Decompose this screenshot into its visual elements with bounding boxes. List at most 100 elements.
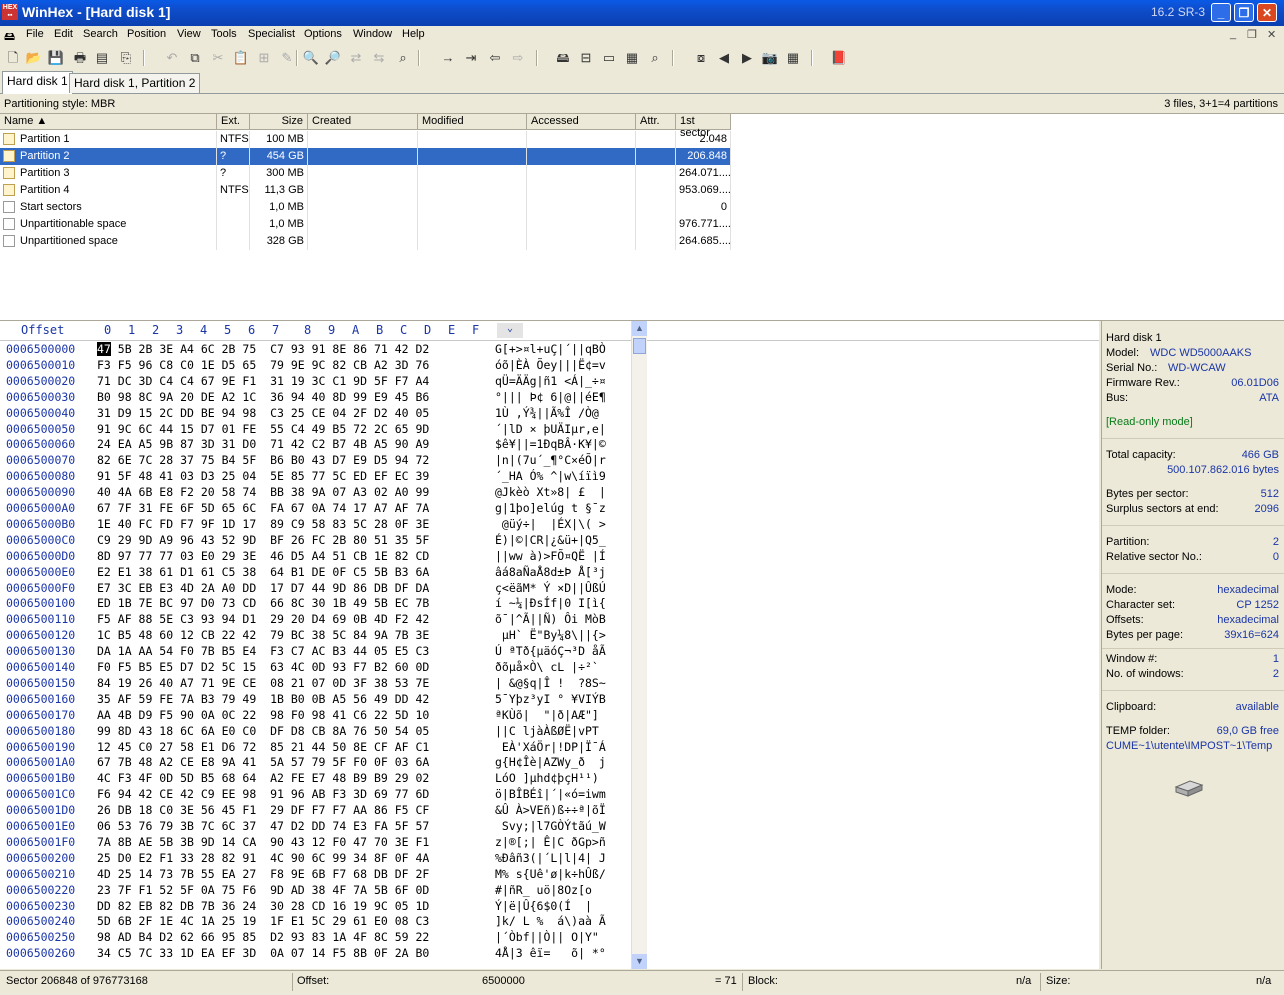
save-icon[interactable]: 💾: [47, 49, 65, 67]
hex-bytes[interactable]: F5 AF 88 5E C3 93 94 D1 29 20 D4 69 0B 4…: [97, 612, 429, 626]
hex-text[interactable]: Ý|ë|Û{6$0(Í |: [495, 899, 599, 913]
col-name[interactable]: Name ▲: [0, 114, 217, 130]
hex-bytes[interactable]: ED 1B 7E BC 97 D0 73 CD 66 8C 30 1B 49 5…: [97, 596, 429, 610]
col-ext[interactable]: Ext.: [217, 114, 250, 130]
calculator-icon[interactable]: ▦: [623, 49, 641, 67]
hex-text[interactable]: ðõµå×Ò\ cL |÷²`: [495, 660, 606, 674]
next-sector-icon[interactable]: ▶: [738, 49, 756, 67]
hex-bytes[interactable]: AA 4B D9 F5 90 0A 0C 22 98 F0 98 41 C6 2…: [97, 708, 429, 722]
hex-text[interactable]: @üý÷| |ÉX|\( >: [495, 517, 606, 531]
hex-text[interactable]: Svy;|l7GÒÝtãú_W: [495, 819, 606, 833]
menu-file[interactable]: File: [26, 28, 44, 40]
hex-text[interactable]: |n|(7u´_¶°C×éÕ|r: [495, 453, 606, 467]
new-file-icon[interactable]: 🗋: [4, 49, 22, 67]
close-button[interactable]: ✕: [1257, 3, 1277, 22]
hex-bytes[interactable]: F6 94 42 CE 42 C9 EE 98 91 96 AB F3 3D 6…: [97, 787, 429, 801]
hex-text[interactable]: &Û À>VEñ)ß÷÷ª|õÏ: [495, 803, 606, 817]
hex-text[interactable]: @Jkèò Xt»8| £ |: [495, 485, 606, 499]
search-disk-icon[interactable]: ⌕: [646, 49, 664, 67]
hex-bytes[interactable]: 67 7F 31 FE 6F 5D 65 6C FA 67 0A 74 17 A…: [97, 501, 429, 515]
menu-help[interactable]: Help: [402, 28, 425, 40]
open-folder-icon[interactable]: 📂: [25, 49, 43, 67]
paste-hex-icon[interactable]: ⊞: [255, 49, 273, 67]
hex-text[interactable]: ç<ëãM* Ý ×D||ÛßÚ: [495, 581, 606, 595]
hex-text[interactable]: | &@§q|Î ! ?8S~: [495, 676, 606, 690]
prev-sector-icon[interactable]: ◀: [715, 49, 733, 67]
hex-text[interactable]: |­´Òbf||Ò|| O|Y": [495, 930, 599, 944]
goto-sector-icon[interactable]: ⇥: [462, 49, 480, 67]
hex-bytes[interactable]: 31 D9 15 2C DD BE 94 98 C3 25 CE 04 2F D…: [97, 406, 429, 420]
scroll-up-icon[interactable]: ▲: [632, 321, 647, 336]
col-created[interactable]: Created: [308, 114, 418, 130]
hex-text[interactable]: Ú ªTð{µäóÇ¬³D åÃ: [495, 644, 606, 658]
hex-bytes[interactable]: 4D 25 14 73 7B 55 EA 27 F8 9E 6B F7 68 D…: [97, 867, 429, 881]
paste-icon[interactable]: 📋: [232, 49, 250, 67]
menu-tools[interactable]: Tools: [211, 28, 237, 40]
table-row[interactable]: Partition 1 NTFS 100 MB 2.048: [0, 131, 731, 148]
hex-bytes[interactable]: E2 E1 38 61 D1 61 C5 38 64 B1 DE 0F C5 5…: [97, 565, 429, 579]
hex-bytes[interactable]: 23 7F F1 52 5F 0A 75 F6 9D AD 38 4F 7A 5…: [97, 883, 429, 897]
find-hex-icon[interactable]: 🔎: [324, 49, 342, 67]
hex-text[interactable]: óõ|ÈÀ Õey|||Ë¢=v: [495, 358, 606, 372]
tab-hard-disk-1[interactable]: Hard disk 1: [2, 71, 73, 94]
hex-text[interactable]: 1Ù ,Ý¾||Ã%Î /Ò@: [495, 406, 606, 420]
hex-bytes[interactable]: 71 DC 3D C4 C4 67 9E F1 31 19 3C C1 9D 5…: [97, 374, 429, 388]
table-row[interactable]: Partition 2? 454 GB 206.848: [0, 148, 731, 165]
hex-bytes[interactable]: 40 4A 6B E8 F2 20 58 74 BB 38 9A 07 A3 0…: [97, 485, 429, 499]
menu-window[interactable]: Window: [353, 28, 392, 40]
template-icon[interactable]: ▦: [784, 49, 802, 67]
goto-offset-icon[interactable]: →: [439, 49, 457, 67]
menu-search[interactable]: Search: [83, 28, 118, 40]
help-book-icon[interactable]: 📕: [830, 49, 848, 67]
chevron-down-icon[interactable]: ⌄: [497, 323, 523, 338]
hex-bytes[interactable]: 25 D0 E2 F1 33 28 82 91 4C 90 6C 99 34 8…: [97, 851, 429, 865]
mdi-minimize-button[interactable]: _: [1230, 28, 1236, 40]
disk-icon[interactable]: 🖴: [4, 28, 15, 47]
menu-edit[interactable]: Edit: [54, 28, 73, 40]
hex-bytes[interactable]: 4C F3 4F 0D 5D B5 68 64 A2 FE E7 48 B9 B…: [97, 771, 429, 785]
print-icon[interactable]: 🖶: [71, 49, 89, 67]
vertical-scrollbar[interactable]: ▲ ▼: [631, 321, 647, 969]
hex-text[interactable]: ||C ljàÀßØË|vPT: [495, 724, 606, 738]
hex-text[interactable]: ´_HA Ó% ^|w\íïì9: [495, 469, 606, 483]
hex-bytes[interactable]: 1C B5 48 60 12 CB 22 42 79 BC 38 5C 84 9…: [97, 628, 429, 642]
col-first-sector[interactable]: 1st sector: [676, 114, 731, 139]
hex-bytes[interactable]: DA 1A AA 54 F0 7B B5 E4 F3 C7 AC B3 44 0…: [97, 644, 429, 658]
snapshot-icon[interactable]: 📷: [761, 49, 779, 67]
ram-editor-icon[interactable]: ▭: [600, 49, 618, 67]
forward-icon[interactable]: ⇨: [509, 49, 527, 67]
hex-text[interactable]: qÜ=ÄÄg|ñ1 <Á|_÷¤: [495, 374, 606, 388]
mdi-restore-button[interactable]: ❐: [1247, 28, 1257, 41]
table-row[interactable]: Start sectors 1,0 MB 0: [0, 199, 731, 216]
hex-text[interactable]: EÀ'XáÖr|!DP|Ï¯Á: [495, 740, 606, 754]
hex-bytes[interactable]: 26 DB 18 C0 3E 56 45 F1 29 DF F7 F7 AA 8…: [97, 803, 429, 817]
find-again-icon[interactable]: ⌕: [394, 49, 412, 67]
mdi-close-button[interactable]: ✕: [1267, 28, 1276, 41]
hex-bytes[interactable]: 35 AF 59 FE 7A B3 79 49 1B B0 0B A5 56 4…: [97, 692, 429, 706]
col-attr[interactable]: Attr.: [636, 114, 676, 130]
hex-text[interactable]: ´|lD × þUÄIµr,e|: [495, 422, 606, 436]
hex-text[interactable]: °||| Þ¢ 6|@||éE¶: [495, 390, 606, 404]
find-text-icon[interactable]: 🔍: [302, 49, 320, 67]
hex-text[interactable]: LóO ]µhd¢þçH¹¹): [495, 771, 606, 785]
hex-bytes[interactable]: DD 82 EB 82 DB 7B 36 24 30 28 CD 16 19 9…: [97, 899, 429, 913]
hex-text[interactable]: ]k/ L % á\)aà Ã: [495, 914, 606, 928]
replace-hex-icon[interactable]: ⇆: [370, 49, 388, 67]
hex-text[interactable]: 5¯Yþz³yI ° ¥VIÝB: [495, 692, 606, 706]
open-disk-icon[interactable]: 🖴: [554, 49, 572, 67]
tab-partition-2[interactable]: Hard disk 1, Partition 2: [69, 73, 201, 93]
restore-button[interactable]: ❐: [1234, 3, 1254, 22]
hex-bytes[interactable]: 98 AD B4 D2 62 66 95 85 D2 93 83 1A 4F 8…: [97, 930, 429, 944]
hex-bytes[interactable]: 84 19 26 40 A7 71 9E CE 08 21 07 0D 3F 3…: [97, 676, 429, 690]
hex-bytes[interactable]: 91 9C 6C 44 15 D7 01 FE 55 C4 49 B5 72 2…: [97, 422, 429, 436]
hex-bytes[interactable]: 67 7B 48 A2 CE E8 9A 41 5A 57 79 5F F0 0…: [97, 755, 429, 769]
hex-bytes[interactable]: 12 45 C0 27 58 E1 D6 72 85 21 44 50 8E C…: [97, 740, 429, 754]
hex-bytes[interactable]: 7A 8B AE 5B 3B 9D 14 CA 90 43 12 F0 47 7…: [97, 835, 429, 849]
hex-text[interactable]: g|1þo]elúg t §¯z: [495, 501, 606, 515]
hex-bytes[interactable]: 5D 6B 2F 1E 4C 1A 25 19 1F E1 5C 29 61 E…: [97, 914, 429, 928]
menu-options[interactable]: Options: [304, 28, 342, 40]
hex-text[interactable]: $ê¥||=1ÐqBÂ·K¥|©: [495, 437, 606, 451]
hex-text[interactable]: M% s{Uê'ø|k÷hÛß/: [495, 867, 606, 881]
col-accessed[interactable]: Accessed: [527, 114, 636, 130]
hex-icon[interactable]: HEX ▪▪: [2, 4, 18, 20]
